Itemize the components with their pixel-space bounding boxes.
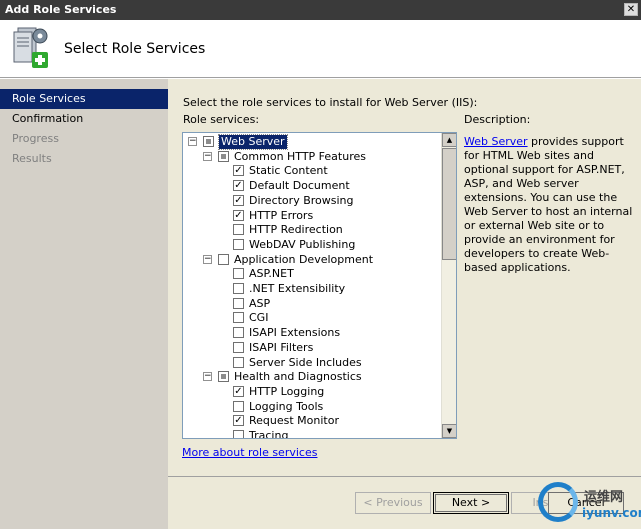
tree-item-label: HTTP Logging (249, 384, 325, 398)
tree-scrollbar[interactable]: ▲ ▼ (441, 133, 456, 438)
tree-item[interactable]: CGI (183, 311, 441, 325)
watermark-title: 运维网 (584, 490, 624, 505)
collapse-icon[interactable]: − (203, 151, 212, 161)
tree-item-label: Request Monitor (249, 414, 339, 428)
more-about-role-services-link[interactable]: More about role services (182, 446, 317, 459)
window-titlebar: Add Role Services ✕ (0, 0, 641, 20)
watermark-url: iyunv.com (582, 506, 641, 520)
tree-group-node[interactable]: − Web Server (183, 134, 441, 150)
tree-item[interactable]: ASP (183, 297, 441, 311)
tree-item-label: Logging Tools (249, 399, 324, 413)
scroll-thumb[interactable] (442, 148, 456, 260)
tree-item-label: Application Development (234, 252, 374, 266)
checkbox[interactable] (233, 327, 244, 339)
wizard-steps: Role Services Confirmation Progress Resu… (0, 79, 168, 529)
tree-item[interactable]: ✓ HTTP Errors (183, 209, 441, 223)
step-role-services[interactable]: Role Services (0, 89, 168, 109)
tree-item-label: HTTP Errors (249, 208, 314, 222)
step-confirmation[interactable]: Confirmation (0, 109, 168, 129)
watermark-ring-icon (538, 482, 578, 522)
checkbox[interactable]: ✓ (233, 165, 244, 177)
tree-item[interactable]: ASP.NET (183, 267, 441, 281)
tree-item-label: ASP (249, 296, 271, 310)
checkbox[interactable] (233, 430, 244, 438)
tree-group-node[interactable]: − Application Development (183, 253, 441, 267)
role-services-tree[interactable]: − Web Server − Common HTTP Features ✓ Static … (182, 132, 457, 439)
tree-group-node[interactable]: − Health and Diagnostics (183, 370, 441, 384)
tree-item-label: WebDAV Publishing (249, 237, 356, 251)
tree-item[interactable]: ISAPI Extensions (183, 326, 441, 340)
tree-item[interactable]: ✓ HTTP Logging (183, 385, 441, 399)
web-server-link[interactable]: Web Server (464, 135, 528, 148)
checkbox[interactable] (218, 253, 229, 265)
scroll-down-icon[interactable]: ▼ (442, 424, 456, 438)
collapse-icon[interactable]: − (188, 137, 197, 146)
tree-item[interactable]: .NET Extensibility (183, 282, 441, 296)
tree-item-label: CGI (249, 311, 269, 325)
previous-button[interactable]: < Previous (355, 492, 431, 514)
tree-item-label: HTTP Redirection (249, 223, 343, 237)
checkbox[interactable] (233, 400, 244, 412)
next-button[interactable]: Next > (433, 492, 509, 514)
wizard-banner: Select Role Services (0, 20, 641, 78)
checkbox[interactable] (233, 283, 244, 294)
instruction-text: Select the role services to install for … (183, 96, 478, 109)
checkbox[interactable]: ✓ (233, 194, 244, 206)
checkbox[interactable]: ✓ (233, 180, 244, 192)
checkbox[interactable] (233, 312, 244, 324)
main-content: Select the role services to install for … (168, 79, 641, 476)
scroll-up-icon[interactable]: ▲ (442, 133, 456, 147)
checkbox[interactable] (233, 224, 244, 236)
tree-item[interactable]: WebDAV Publishing (183, 238, 441, 252)
server-add-icon (13, 27, 48, 68)
tree-item[interactable]: ISAPI Filters (183, 341, 441, 355)
page-title: Select Role Services (64, 41, 206, 57)
tree-item-label: ASP.NET (249, 267, 294, 281)
collapse-icon[interactable]: − (203, 254, 212, 264)
checkbox[interactable] (233, 238, 244, 250)
tree-group-node[interactable]: − Common HTTP Features (183, 150, 441, 164)
description-panel: Description: Web Server provides support… (464, 113, 634, 275)
tree-item-label: Server Side Includes (249, 355, 362, 369)
checkbox[interactable]: ✓ (233, 209, 244, 221)
tree-item[interactable]: Logging Tools (183, 400, 441, 414)
tree-item[interactable]: ✓ Directory Browsing (183, 194, 441, 208)
tree-item[interactable]: ✓ Request Monitor (183, 414, 441, 428)
tree-item[interactable]: Server Side Includes (183, 356, 441, 370)
tree-item-label: ISAPI Extensions (249, 326, 341, 340)
checkbox[interactable] (218, 150, 229, 162)
checkbox[interactable] (233, 341, 244, 353)
collapse-icon[interactable]: − (203, 372, 212, 382)
tree-item-label: Web Server (218, 134, 288, 150)
checkbox[interactable]: ✓ (233, 385, 244, 397)
close-icon[interactable]: ✕ (624, 3, 638, 16)
watermark-logo: 运维网 iyunv.com (538, 480, 641, 526)
tree-item-label: ISAPI Filters (249, 340, 314, 354)
description-text: provides support for HTML Web sites and … (464, 135, 633, 274)
tree-item-label: .NET Extensibility (249, 282, 346, 295)
checkbox[interactable] (233, 356, 244, 368)
role-services-label: Role services: (183, 113, 260, 126)
tree-item-label: Static Content (249, 164, 328, 178)
tree-item[interactable]: ✓ Default Document (183, 179, 441, 193)
checkbox[interactable]: ✓ (233, 415, 244, 427)
tree-item[interactable]: Tracing (183, 429, 441, 439)
tree-item-label: Tracing (249, 429, 289, 439)
tree-item-label: Directory Browsing (249, 193, 354, 207)
description-body: Web Server provides support for HTML Web… (464, 135, 634, 275)
step-progress: Progress (12, 132, 59, 145)
checkbox[interactable] (233, 297, 244, 309)
checkbox[interactable] (218, 371, 229, 383)
tree-item-label: Default Document (249, 179, 350, 193)
tree-item[interactable]: ✓ Static Content (183, 164, 441, 178)
tree-item[interactable]: HTTP Redirection (183, 223, 441, 237)
checkbox[interactable] (203, 136, 214, 147)
window-title: Add Role Services (5, 3, 117, 16)
description-title: Description: (464, 113, 531, 126)
step-results: Results (12, 152, 52, 165)
tree-item-label: Common HTTP Features (234, 149, 366, 163)
tree-item-label: Health and Diagnostics (234, 370, 362, 384)
checkbox[interactable] (233, 268, 244, 280)
